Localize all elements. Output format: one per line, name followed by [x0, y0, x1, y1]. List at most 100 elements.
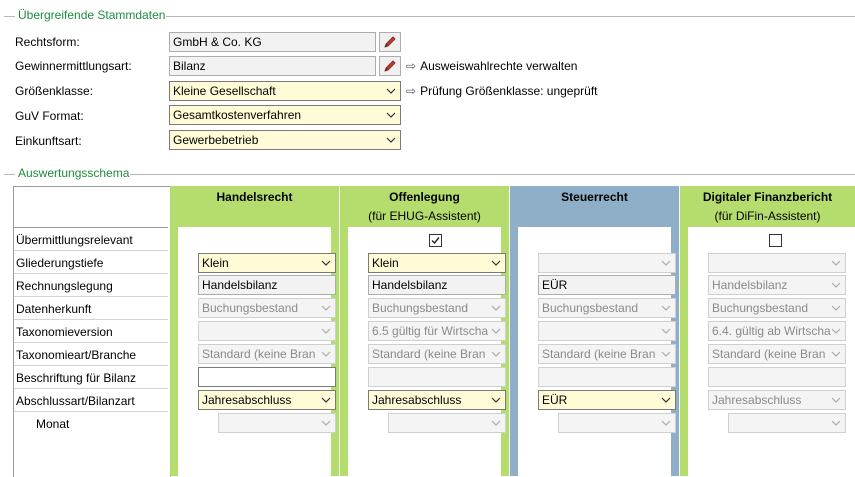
taxonomieart-select: Standard (keine Bran	[198, 344, 336, 364]
rechnungslegung-field[interactable]: Handelsbilanz	[198, 275, 336, 295]
chevron-down-icon	[317, 299, 335, 317]
gliederungstiefe-select[interactable]: Klein	[368, 253, 506, 273]
groessenklasse-select[interactable]: Kleine Gesellschaft	[169, 81, 401, 101]
row-label-taxonomieart: Taxonomieart/Branche	[14, 344, 168, 366]
chevron-down-icon[interactable]	[487, 254, 505, 272]
taxonomieart-select: Standard (keine Bran	[368, 344, 506, 364]
chevron-down-icon[interactable]	[382, 106, 400, 124]
chevron-down-icon	[487, 414, 505, 432]
beschriftung-bilanz-input	[538, 367, 676, 387]
schema-group-title: Auswertungsschema	[15, 166, 133, 180]
column-title: Offenlegung	[389, 190, 460, 204]
abschlussart-value: Jahresabschluss	[372, 393, 462, 407]
chevron-down-icon	[487, 322, 505, 340]
rechnungslegung-field[interactable]: EÜR	[538, 275, 676, 295]
rechtsform-label: Rechtsform:	[15, 35, 80, 49]
chevron-down-icon	[827, 276, 845, 294]
column-digitaler-finanzbericht: Digitaler Finanzbericht (für DiFin-Assis…	[680, 186, 855, 476]
row-label-gliederungstiefe: Gliederungstiefe	[14, 252, 168, 274]
chevron-down-icon[interactable]	[317, 391, 335, 409]
chevron-down-icon	[827, 322, 845, 340]
datenherkunft-value: Buchungsbestand	[712, 301, 809, 315]
abschlussart-select[interactable]: Jahresabschluss	[368, 390, 506, 410]
row-label-rechnungslegung: Rechnungslegung	[14, 275, 168, 297]
einkunftsart-value: Gewerbebetrieb	[173, 133, 259, 147]
column-header-steuerrecht: Steuerrecht	[510, 186, 679, 227]
gliederungstiefe-select	[708, 253, 846, 273]
chevron-down-icon	[317, 345, 335, 363]
chevron-down-icon	[317, 322, 335, 340]
uebermittlungsrelevant-checkbox[interactable]	[429, 234, 442, 247]
gliederungstiefe-select[interactable]: Klein	[198, 253, 336, 273]
chevron-down-icon	[487, 299, 505, 317]
rechnungslegung-field[interactable]: Handelsbilanz	[368, 275, 506, 295]
taxonomieart-value: Standard (keine Bran	[712, 347, 826, 361]
column-offenlegung: Offenlegung (für EHUG-Assistent) Klein H…	[340, 186, 509, 476]
ausweiswahlrechte-link-label: Ausweiswahlrechte verwalten	[420, 59, 578, 73]
gliederungstiefe-value: Klein	[372, 256, 399, 270]
chevron-down-icon[interactable]	[382, 82, 400, 100]
chevron-down-icon	[827, 414, 845, 432]
pruefung-groessenklasse-link[interactable]: ⇨ Prüfung Größenklasse: ungeprüft	[406, 84, 598, 98]
chevron-down-icon	[827, 254, 845, 272]
chevron-down-icon	[487, 345, 505, 363]
beschriftung-bilanz-input[interactable]	[198, 367, 336, 387]
abschlussart-value: Jahresabschluss	[712, 393, 802, 407]
beschriftung-bilanz-input	[708, 367, 846, 387]
guv-format-select[interactable]: Gesamtkostenverfahren	[169, 105, 401, 125]
column-title: Handelsrecht	[216, 190, 293, 204]
pruefung-groessenklasse-label: Prüfung Größenklasse: ungeprüft	[420, 84, 598, 98]
taxonomieart-select: Standard (keine Bran	[538, 344, 676, 364]
chevron-down-icon	[657, 414, 675, 432]
taxonomieversion-value: 6.4. gültig ab Wirtscha	[712, 324, 831, 338]
column-header-offenlegung: Offenlegung (für EHUG-Assistent)	[340, 186, 509, 227]
chevron-down-icon[interactable]	[657, 391, 675, 409]
chevron-down-icon	[657, 322, 675, 340]
column-subtitle: (für EHUG-Assistent)	[368, 209, 481, 223]
abschlussart-value: EÜR	[542, 393, 568, 407]
chevron-down-icon	[827, 299, 845, 317]
chevron-down-icon	[657, 345, 675, 363]
chevron-down-icon	[657, 254, 675, 272]
row-label-abschlussart: Abschlussart/Bilanzart	[14, 390, 168, 412]
column-subtitle: (für DiFin-Assistent)	[714, 209, 821, 223]
chevron-down-icon	[317, 414, 335, 432]
checkmark-icon	[431, 237, 440, 245]
abschlussart-select[interactable]: Jahresabschluss	[198, 390, 336, 410]
datenherkunft-value: Buchungsbestand	[542, 301, 639, 315]
taxonomieart-value: Standard (keine Bran	[542, 347, 656, 361]
abschlussart-select: Jahresabschluss	[708, 390, 846, 410]
rechtsform-field[interactable]: GmbH & Co. KG	[169, 32, 376, 52]
gliederungstiefe-value: Klein	[202, 256, 229, 270]
ausweiswahlrechte-link[interactable]: ⇨ Ausweiswahlrechte verwalten	[406, 59, 577, 73]
abschlussart-select[interactable]: EÜR	[538, 390, 676, 410]
taxonomieart-select: Standard (keine Bran	[708, 344, 846, 364]
groessenklasse-value: Kleine Gesellschaft	[173, 84, 276, 98]
arrow-right-icon: ⇨	[406, 84, 417, 98]
groessenklasse-label: Größenklasse:	[15, 84, 94, 98]
taxonomieversion-value: 6.5 gültig für Wirtscha	[372, 324, 489, 338]
gewinnermittlungsart-label: Gewinnermittlungsart:	[15, 59, 132, 73]
chevron-down-icon[interactable]	[487, 391, 505, 409]
rechtsform-edit-button[interactable]	[379, 32, 401, 52]
column-steuerrecht: Steuerrecht EÜR Buchungsbestand Standard…	[510, 186, 679, 476]
gewinnermittlungsart-edit-button[interactable]	[379, 56, 401, 76]
chevron-down-icon	[827, 345, 845, 363]
column-header-digitaler-finanzbericht: Digitaler Finanzbericht (für DiFin-Assis…	[680, 186, 855, 227]
monat-select	[218, 413, 336, 433]
datenherkunft-select: Buchungsbestand	[198, 298, 336, 318]
taxonomieart-value: Standard (keine Bran	[372, 347, 486, 361]
chevron-down-icon[interactable]	[382, 131, 400, 149]
datenherkunft-select: Buchungsbestand	[368, 298, 506, 318]
taxonomieversion-select	[538, 321, 676, 341]
chevron-down-icon	[827, 391, 845, 409]
taxonomieversion-select	[198, 321, 336, 341]
einkunftsart-select[interactable]: Gewerbebetrieb	[169, 130, 401, 150]
stammdaten-group-line-right	[166, 16, 855, 17]
chevron-down-icon[interactable]	[317, 254, 335, 272]
gewinnermittlungsart-field[interactable]: Bilanz	[169, 56, 376, 76]
rechnungslegung-value: Handelsbilanz	[712, 278, 788, 292]
chevron-down-icon	[657, 299, 675, 317]
uebermittlungsrelevant-checkbox[interactable]	[769, 234, 782, 247]
schema-group-line-right	[130, 174, 855, 175]
